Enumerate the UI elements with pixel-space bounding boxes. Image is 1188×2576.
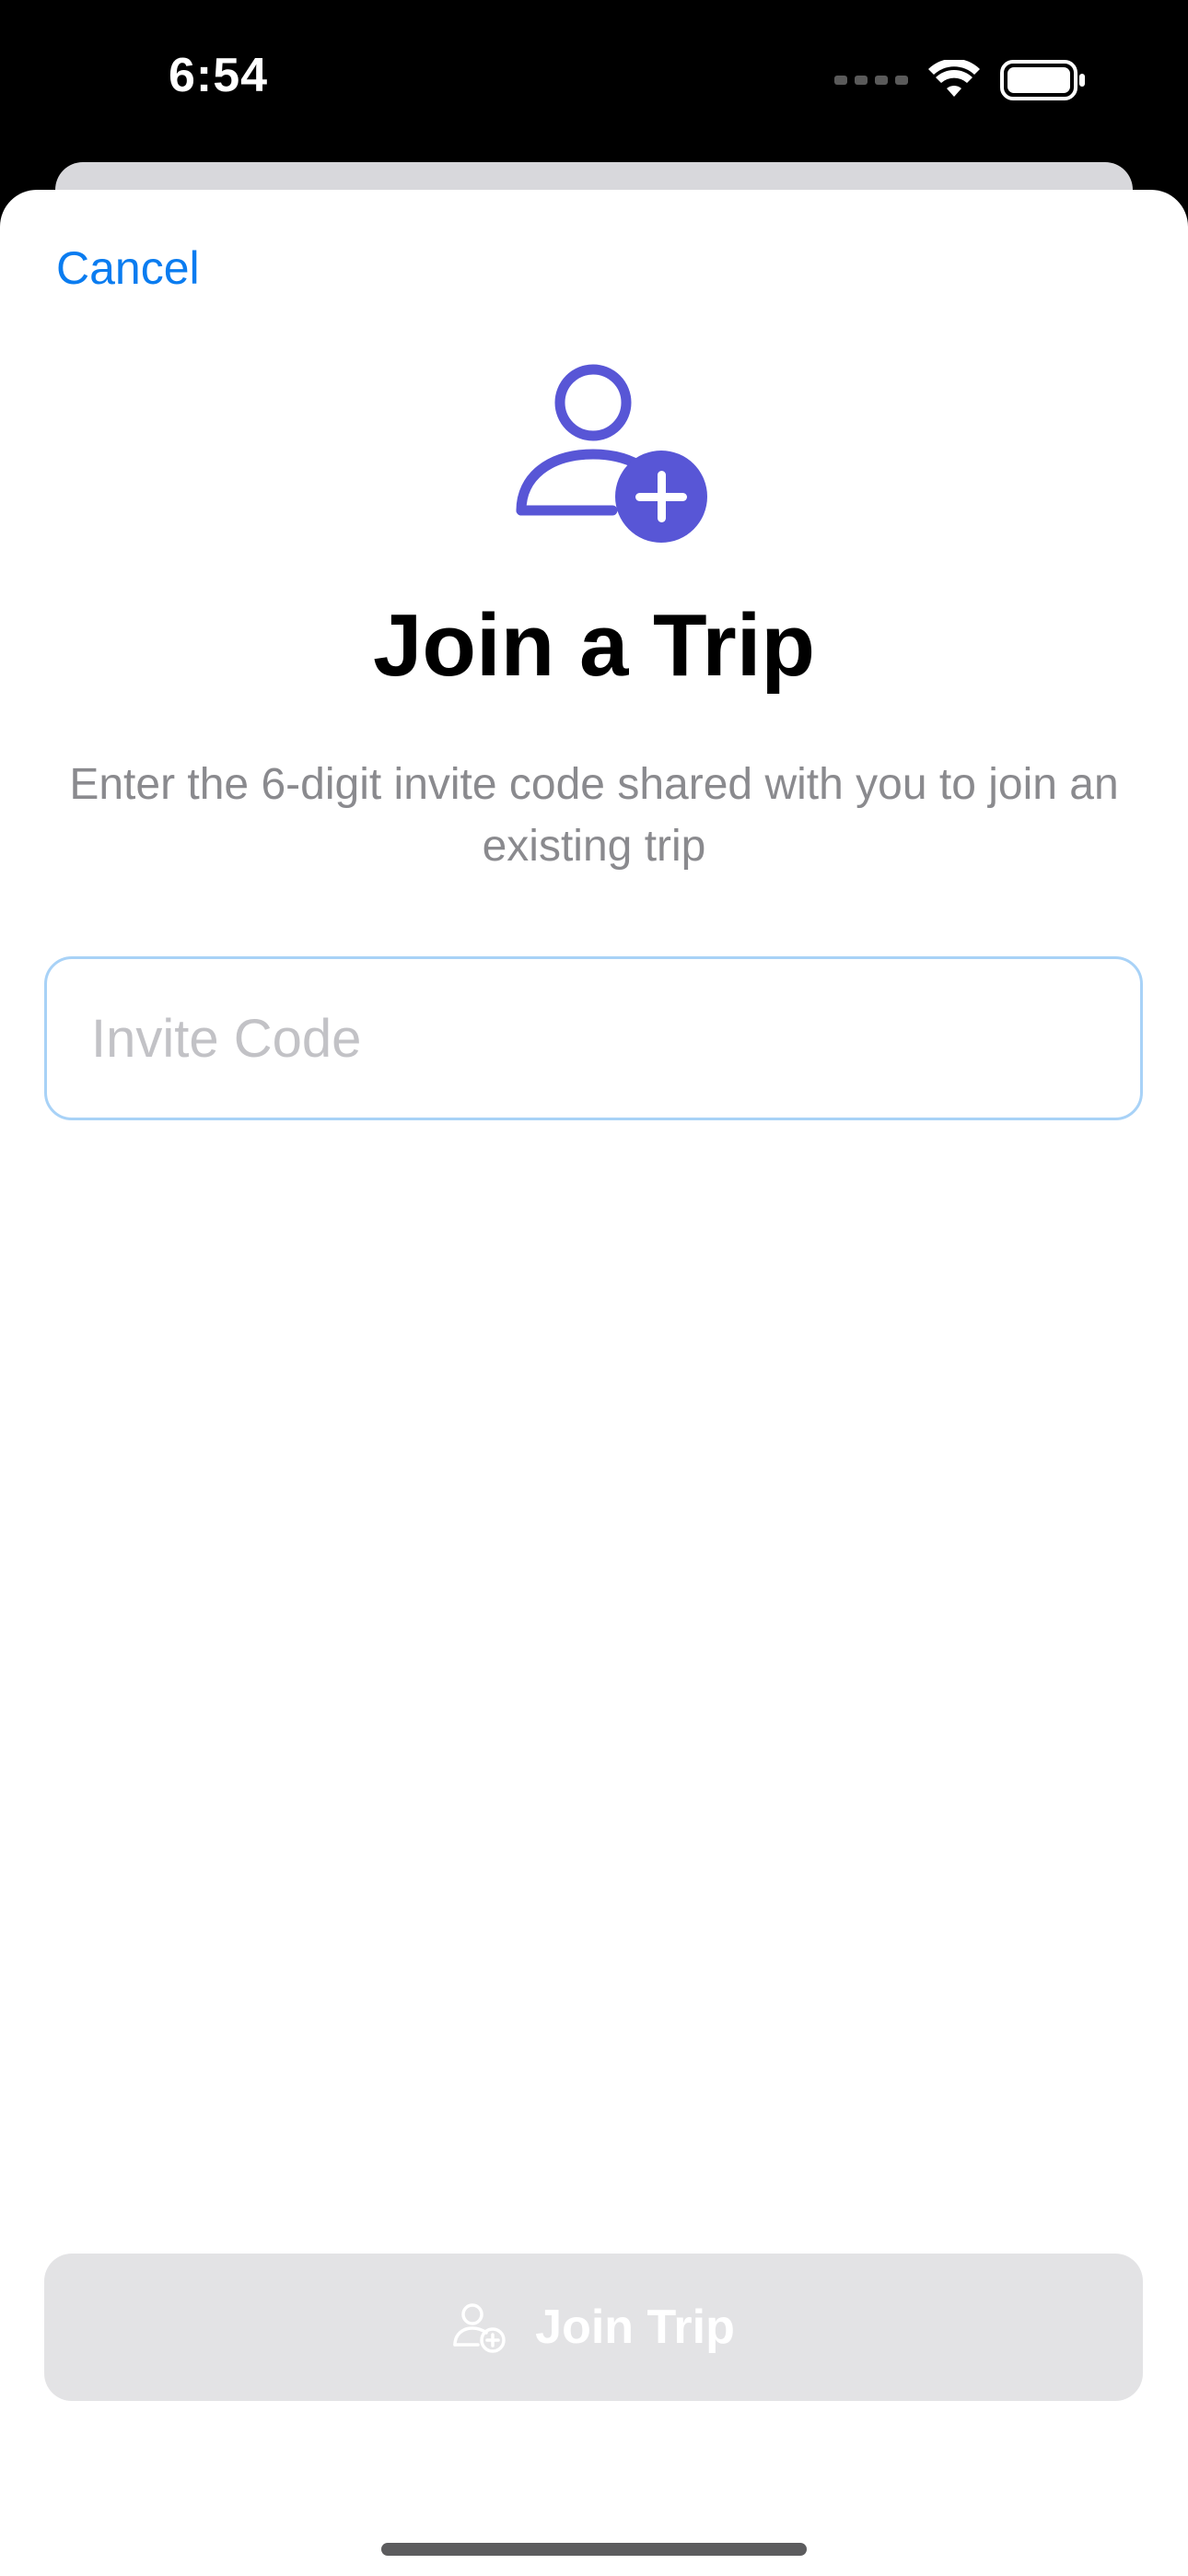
person-add-icon	[516, 364, 707, 543]
cancel-button[interactable]: Cancel	[56, 241, 200, 295]
page-title: Join a Trip	[372, 596, 816, 695]
join-trip-label: Join Trip	[535, 2301, 735, 2354]
invite-code-input[interactable]	[89, 1006, 1140, 1071]
status-time: 6:54	[169, 49, 269, 102]
cellular-signal-icon	[834, 76, 908, 85]
home-indicator[interactable]	[381, 2543, 807, 2556]
status-icons	[834, 57, 1087, 103]
person-add-icon	[453, 2303, 506, 2353]
invite-code-field[interactable]	[44, 956, 1143, 1120]
battery-icon	[1000, 60, 1085, 100]
join-trip-sheet: Cancel Join a Trip Enter the 6-digit inv…	[0, 190, 1188, 2576]
subtitle: Enter the 6-digit invite code shared wit…	[69, 760, 1119, 871]
wifi-icon	[928, 60, 980, 97]
status-bar: 6:54	[0, 0, 1188, 166]
join-trip-button[interactable]: Join Trip	[44, 2254, 1143, 2401]
screen: 6:54 Cancel Join a Trip Enter the 6-digi…	[0, 0, 1188, 2576]
